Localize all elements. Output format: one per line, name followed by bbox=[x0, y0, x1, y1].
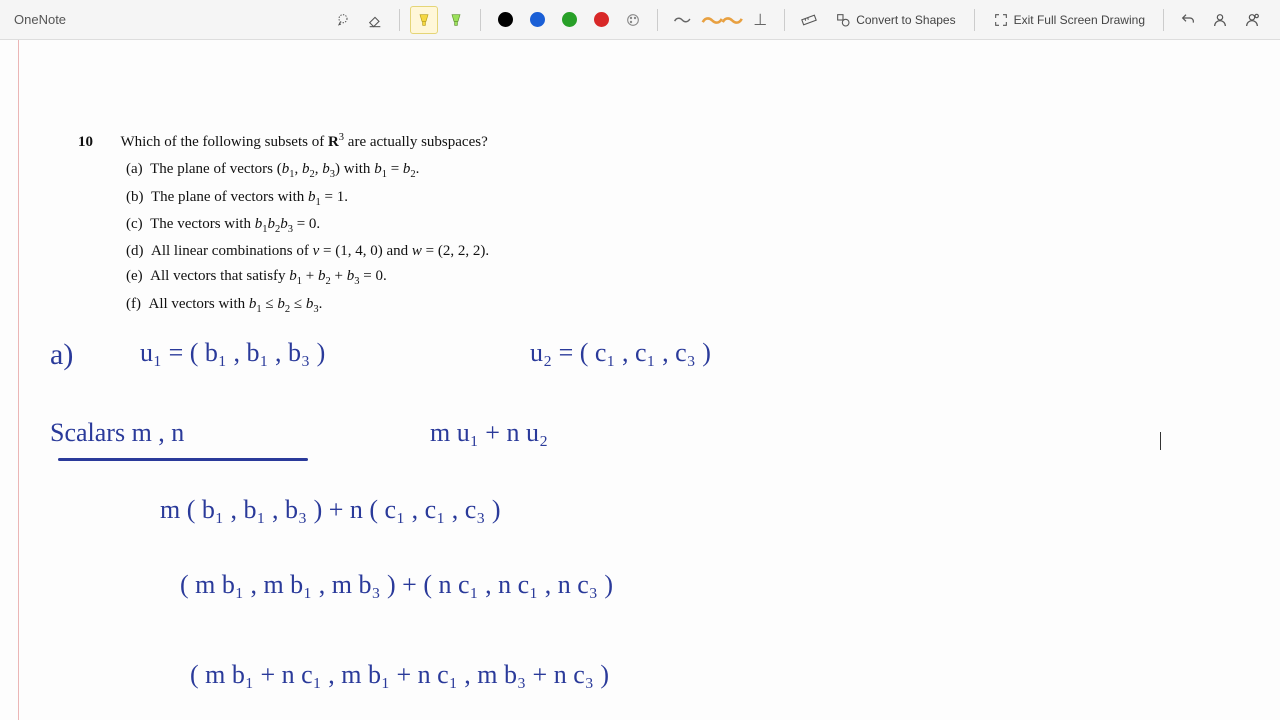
highlighter-icon bbox=[448, 12, 464, 28]
thick-stroke-button[interactable]: 〜〜 bbox=[700, 6, 742, 34]
share-button[interactable] bbox=[1238, 6, 1266, 34]
separator bbox=[1163, 9, 1164, 31]
highlighter-green-button[interactable] bbox=[442, 6, 470, 34]
handwriting-line5: ( m b₁ + n c₁ , m b₁ + n c₁ , m b₃ + n c… bbox=[190, 660, 609, 690]
separator bbox=[657, 9, 658, 31]
shapes-icon bbox=[835, 12, 851, 28]
margin-rule bbox=[18, 40, 19, 720]
page-canvas[interactable]: 10 Which of the following subsets of R3 … bbox=[0, 40, 1280, 720]
separator bbox=[974, 9, 975, 31]
app-title: OneNote bbox=[14, 12, 66, 27]
thin-stroke-button[interactable]: 〜 bbox=[668, 6, 696, 34]
color-dot-blue bbox=[530, 12, 545, 27]
option-d: (d) All linear combinations of v = (1, 4… bbox=[126, 240, 489, 263]
color-dot-red bbox=[594, 12, 609, 27]
thick-squiggle-icon: 〜〜 bbox=[701, 4, 741, 36]
pen-black-button[interactable] bbox=[491, 6, 519, 34]
palette-icon bbox=[625, 12, 641, 28]
handwriting-u1: u₁ = ( b₁ , b₁ , b₃ ) bbox=[140, 338, 325, 368]
undo-button[interactable] bbox=[1174, 6, 1202, 34]
thin-squiggle-icon: 〜 bbox=[673, 7, 691, 33]
highlighter-yellow-button[interactable] bbox=[410, 6, 438, 34]
option-c: (c) The vectors with b1b2b3 = 0. bbox=[126, 213, 489, 238]
exit-fullscreen-button[interactable]: Exit Full Screen Drawing bbox=[985, 8, 1153, 32]
handwriting-underline bbox=[58, 458, 308, 461]
separator bbox=[399, 9, 400, 31]
option-e: (e) All vectors that satisfy b1 + b2 + b… bbox=[126, 265, 489, 290]
ruler-button[interactable] bbox=[795, 6, 823, 34]
toolbar: OneNote 〜 〜〜 ⊥ Convert to Shapes Exit Fu… bbox=[0, 0, 1280, 40]
separator bbox=[784, 9, 785, 31]
option-a: (a) The plane of vectors (b1, b2, b3) wi… bbox=[126, 158, 489, 183]
problem-question: Which of the following subsets of R3 are… bbox=[120, 134, 487, 150]
color-dot-black bbox=[498, 12, 513, 27]
exit-fullscreen-icon bbox=[993, 12, 1009, 28]
lasso-select-button[interactable] bbox=[329, 6, 357, 34]
option-f: (f) All vectors with b1 ≤ b2 ≤ b3. bbox=[126, 293, 489, 318]
problem-text: 10 Which of the following subsets of R3 … bbox=[78, 130, 489, 320]
handwriting-a-label: a) bbox=[50, 338, 73, 372]
problem-options: (a) The plane of vectors (b1, b2, b3) wi… bbox=[126, 158, 489, 318]
share-icon bbox=[1244, 12, 1260, 28]
lasso-icon bbox=[335, 12, 351, 28]
pen-blue-button[interactable] bbox=[523, 6, 551, 34]
problem-number: 10 bbox=[78, 134, 93, 150]
perpendicular-button[interactable]: ⊥ bbox=[746, 6, 774, 34]
user-icon bbox=[1212, 12, 1228, 28]
handwriting-scalars: Scalars m , n bbox=[50, 418, 184, 448]
ruler-icon bbox=[801, 12, 817, 28]
convert-to-shapes-button[interactable]: Convert to Shapes bbox=[827, 8, 963, 32]
exit-label: Exit Full Screen Drawing bbox=[1014, 13, 1145, 27]
handwriting-line4: ( m b₁ , m b₁ , m b₃ ) + ( n c₁ , n c₁ ,… bbox=[180, 570, 613, 600]
pen-green-button[interactable] bbox=[555, 6, 583, 34]
option-b: (b) The plane of vectors with b1 = 1. bbox=[126, 186, 489, 211]
pen-red-button[interactable] bbox=[587, 6, 615, 34]
eraser-button[interactable] bbox=[361, 6, 389, 34]
separator bbox=[480, 9, 481, 31]
undo-icon bbox=[1180, 12, 1196, 28]
convert-label: Convert to Shapes bbox=[856, 13, 955, 27]
eraser-icon bbox=[367, 12, 383, 28]
custom-pen-button[interactable] bbox=[619, 6, 647, 34]
color-dot-green bbox=[562, 12, 577, 27]
handwriting-line3: m ( b₁ , b₁ , b₃ ) + n ( c₁ , c₁ , c₃ ) bbox=[160, 495, 501, 525]
highlighter-icon bbox=[416, 12, 432, 28]
user-button[interactable] bbox=[1206, 6, 1234, 34]
handwriting-lincomb: m u₁ + n u₂ bbox=[430, 418, 548, 448]
text-cursor bbox=[1160, 432, 1161, 450]
handwriting-u2: u₂ = ( c₁ , c₁ , c₃ ) bbox=[530, 338, 711, 368]
perpendicular-icon: ⊥ bbox=[753, 10, 767, 30]
